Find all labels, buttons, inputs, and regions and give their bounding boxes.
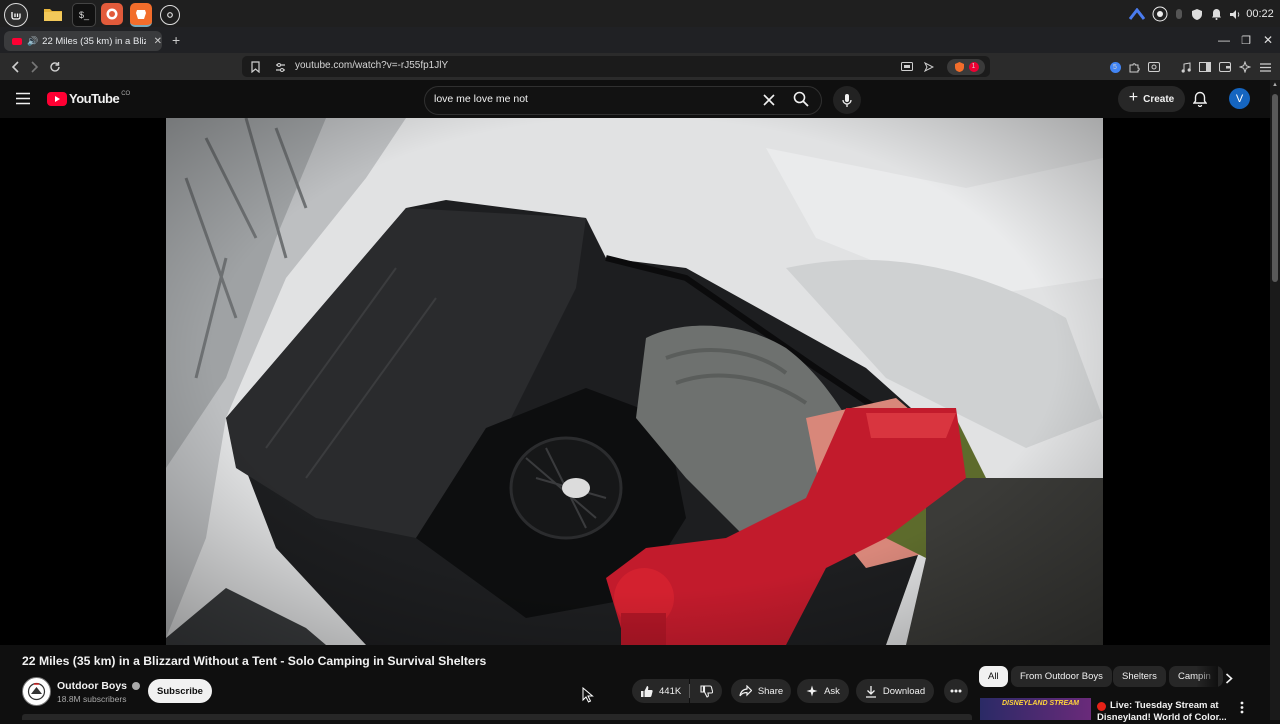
- ai-assistant-icon[interactable]: [1237, 59, 1253, 75]
- recommendation-thumbnail[interactable]: DISNEYLAND STREAM: [980, 698, 1091, 720]
- share-icon: [739, 685, 752, 697]
- video-player[interactable]: [166, 118, 1103, 645]
- channel-avatar[interactable]: [22, 677, 51, 706]
- more-actions-button[interactable]: [944, 679, 968, 703]
- chip-from-channel[interactable]: From Outdoor Boys: [1011, 666, 1112, 687]
- sidebar-icon[interactable]: [1197, 59, 1213, 75]
- more-horizontal-icon: [950, 689, 962, 693]
- menu-icon[interactable]: [1257, 59, 1273, 75]
- youtube-logo[interactable]: YouTube CO: [47, 91, 130, 106]
- page-scrollbar-thumb[interactable]: [1272, 94, 1278, 282]
- thumbs-up-icon: [641, 685, 653, 697]
- microphone-icon: [842, 93, 852, 107]
- chip-all[interactable]: All: [979, 666, 1008, 687]
- channel-name[interactable]: Outdoor Boys: [57, 680, 140, 692]
- bookmark-icon[interactable]: [246, 58, 264, 76]
- firefox-icon[interactable]: [101, 3, 123, 25]
- hamburger-menu-icon[interactable]: [15, 92, 31, 110]
- clock[interactable]: 00:22: [1246, 5, 1274, 23]
- os-taskbar: [0, 0, 1280, 28]
- back-icon[interactable]: [6, 58, 24, 76]
- new-tab-button[interactable]: +: [172, 32, 180, 48]
- account-avatar[interactable]: V: [1229, 88, 1250, 109]
- terminal-icon[interactable]: $_: [72, 3, 96, 27]
- share-button[interactable]: Share: [731, 679, 791, 703]
- cast-icon[interactable]: [899, 59, 915, 75]
- brave-icon[interactable]: [130, 3, 152, 27]
- status-dot-icon: [1172, 5, 1186, 23]
- like-button[interactable]: 441K: [632, 679, 689, 703]
- brave-shields-icon[interactable]: 1: [947, 59, 985, 75]
- mint-menu-icon[interactable]: [4, 3, 28, 27]
- mouse-cursor-icon: [582, 686, 594, 708]
- tab-close-icon[interactable]: ✕: [154, 36, 162, 47]
- recommendation-more-icon[interactable]: [1240, 701, 1244, 719]
- site-settings-icon[interactable]: [271, 58, 289, 76]
- scroll-up-arrow-icon[interactable]: ▲: [1272, 82, 1278, 88]
- subscribe-button[interactable]: Subscribe: [148, 679, 212, 703]
- thumbs-down-icon: [699, 684, 713, 698]
- profile-extension-icon[interactable]: 5: [1107, 59, 1123, 75]
- shield-icon[interactable]: [1189, 5, 1205, 23]
- verified-badge-icon: [131, 682, 140, 691]
- video-title: 22 Miles (35 km) in a Blizzard Without a…: [22, 654, 487, 668]
- clear-search-icon[interactable]: [763, 93, 775, 111]
- puzzle-icon[interactable]: [1126, 59, 1142, 75]
- tab-title: 22 Miles (35 km) in a Blizza: [42, 35, 145, 47]
- reload-icon[interactable]: [46, 58, 64, 76]
- thumbnail-text: DISNEYLAND STREAM: [1002, 700, 1080, 707]
- plus-icon: +: [1128, 89, 1139, 106]
- sparkle-icon: [806, 685, 818, 697]
- browser-tab-active[interactable]: 🔊 22 Miles (35 km) in a Blizza ✕: [4, 31, 162, 51]
- like-count: 441K: [659, 685, 682, 697]
- chip-next-chevron-icon[interactable]: [1225, 671, 1233, 689]
- folder-icon[interactable]: [42, 3, 64, 25]
- send-icon[interactable]: [921, 59, 937, 75]
- shields-badge: 1: [968, 62, 979, 72]
- vpn-icon[interactable]: [1128, 5, 1146, 23]
- video-frame: [166, 118, 1103, 645]
- chip-shelters[interactable]: Shelters: [1113, 666, 1166, 687]
- youtube-play-icon: [47, 91, 67, 106]
- speaker-icon[interactable]: 🔊: [27, 36, 38, 47]
- restore-icon[interactable]: ❐: [1238, 33, 1254, 47]
- recommendation-title[interactable]: Live: Tuesday Stream at Disneyland! Worl…: [1097, 700, 1227, 724]
- minimize-icon[interactable]: —: [1216, 33, 1232, 47]
- ask-button[interactable]: Ask: [797, 679, 849, 703]
- obs-icon[interactable]: [1151, 5, 1169, 23]
- microphone-button[interactable]: [833, 86, 861, 114]
- download-button[interactable]: Download: [856, 679, 934, 703]
- description-box-edge[interactable]: [22, 714, 972, 720]
- chip-fade: [1196, 666, 1218, 687]
- channel-logo-icon: [24, 679, 49, 704]
- download-icon: [865, 685, 876, 698]
- screenshot-icon[interactable]: [1146, 59, 1162, 75]
- search-input[interactable]: love me love me not: [434, 93, 528, 105]
- dislike-button[interactable]: [690, 679, 722, 703]
- volume-icon[interactable]: [1227, 5, 1243, 23]
- youtube-favicon-icon: [12, 37, 22, 45]
- create-button[interactable]: + Create: [1118, 86, 1185, 112]
- tab-strip: [0, 27, 1280, 53]
- window-close-icon[interactable]: ✕: [1260, 33, 1276, 47]
- forward-icon[interactable]: [25, 58, 43, 76]
- notifications-bell-icon[interactable]: [1192, 91, 1208, 112]
- bell-tray-icon[interactable]: [1208, 5, 1224, 23]
- url-text[interactable]: youtube.com/watch?v=-rJ55fp1JlY: [295, 60, 448, 71]
- music-icon[interactable]: [1178, 59, 1194, 75]
- subscriber-count: 18.8M subscribers: [57, 694, 127, 704]
- search-icon[interactable]: [793, 91, 809, 112]
- wallet-icon[interactable]: [1217, 59, 1233, 75]
- chromium-icon[interactable]: [160, 5, 180, 25]
